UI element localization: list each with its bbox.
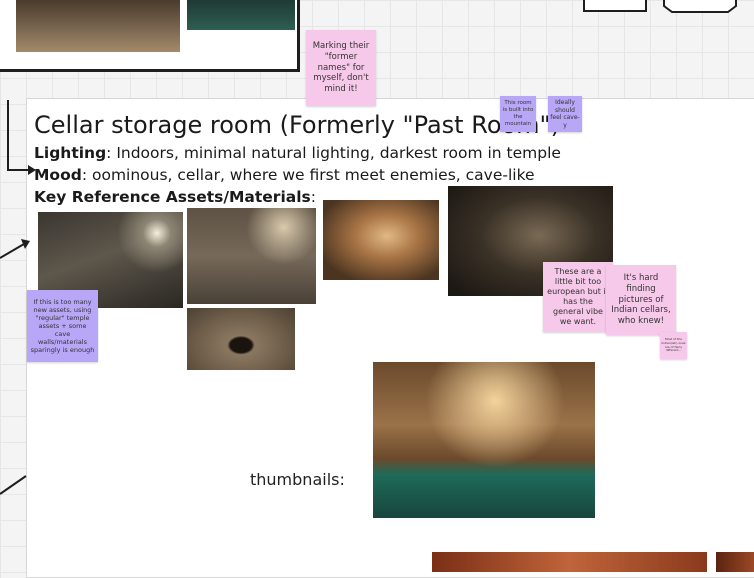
- thumbnails-label: thumbnails:: [250, 470, 345, 489]
- connector-line: [0, 475, 27, 495]
- thumbnail-stepwell-pool[interactable]: [373, 362, 595, 518]
- sticky-note-too-many-assets[interactable]: If this is too many new assets, using "r…: [27, 290, 98, 362]
- top-image-stone-corridor[interactable]: [16, 0, 180, 52]
- sticky-note-cave-feel[interactable]: Ideally should feel cave-y: [548, 96, 582, 132]
- lighting-line: Lighting: Indoors, minimal natural light…: [34, 144, 561, 162]
- assets-heading: Key Reference Assets/Materials:: [34, 188, 316, 206]
- sticky-text: Marking their "former names" for myself,…: [312, 41, 370, 94]
- reference-image-brick-tunnel[interactable]: [187, 308, 295, 370]
- assets-colon: :: [310, 188, 316, 206]
- arrow-connector-icon: [0, 239, 30, 259]
- lighting-label: Lighting: [34, 144, 107, 162]
- bottom-image-warm-1[interactable]: [432, 552, 707, 572]
- lighting-text: : Indoors, minimal natural lighting, dar…: [106, 144, 561, 162]
- sticky-note-indian-cellars[interactable]: It's hard finding pictures of Indian cel…: [606, 265, 676, 335]
- sticky-text: These are a little bit too european but …: [547, 267, 609, 326]
- sticky-text: If this is too many new assets, using "r…: [30, 297, 95, 355]
- sticky-text: It's hard finding pictures of Indian cel…: [611, 273, 671, 326]
- assets-label: Key Reference Assets/Materials: [34, 188, 311, 206]
- sticky-note-former-names[interactable]: Marking their "former names" for myself,…: [306, 30, 376, 106]
- sticky-note-mountain[interactable]: This room is built into the mountain: [500, 96, 536, 132]
- rectangle-shape[interactable]: [583, 0, 647, 12]
- sticky-text: Most of the Indian(ish) ones are of fair…: [661, 337, 686, 353]
- sticky-text: This room is built into the mountain: [502, 100, 534, 127]
- sticky-note-too-european[interactable]: These are a little bit too european but …: [543, 262, 613, 332]
- bottom-image-warm-2[interactable]: [716, 552, 754, 572]
- sticky-note-tiny[interactable]: Most of the Indian(ish) ones are of fair…: [660, 332, 687, 359]
- mood-line: Mood: oominous, cellar, where we first m…: [34, 166, 535, 184]
- sticky-text: Ideally should feel cave-y: [550, 99, 580, 129]
- mood-text: : oominous, cellar, where we first meet …: [81, 166, 535, 184]
- reference-image-rubble-room[interactable]: [187, 208, 316, 304]
- top-image-green-pool[interactable]: [187, 0, 295, 30]
- reference-image-carved-cave[interactable]: [323, 200, 439, 280]
- board-title: Cellar storage room (Formerly "Past Room…: [34, 111, 560, 139]
- mood-label: Mood: [34, 166, 82, 184]
- octagon-shape[interactable]: [660, 0, 740, 14]
